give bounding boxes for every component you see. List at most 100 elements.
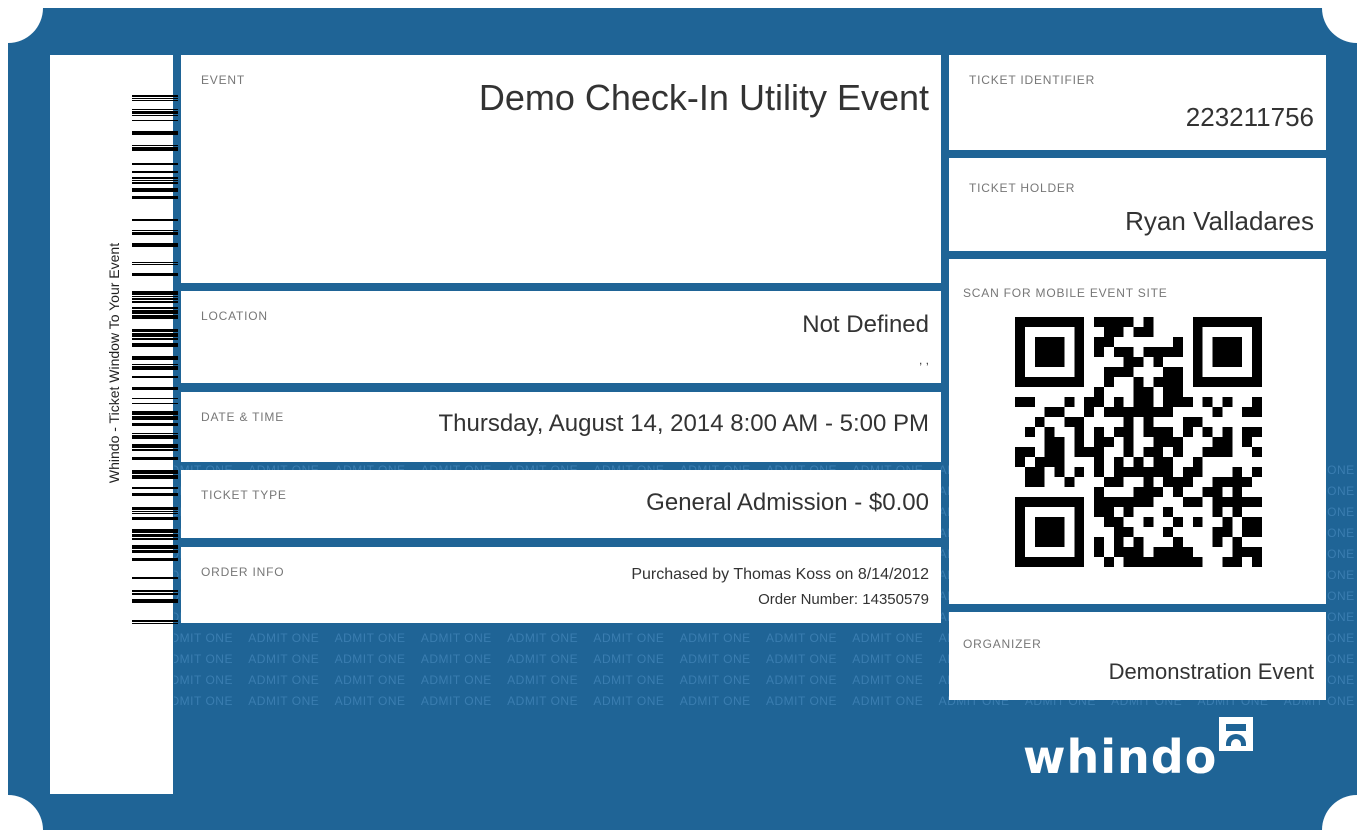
qr-module [1034,477,1045,487]
qr-module [1034,497,1045,507]
barcode-bar [132,315,178,319]
qr-module [1034,417,1045,427]
qr-module [1173,557,1183,567]
qr-module [1173,487,1183,497]
qr-module [1222,427,1233,437]
qr-module [1192,377,1203,387]
location-name: Not Defined [802,311,929,338]
qr-module [1252,557,1262,567]
qr-module [1192,327,1203,337]
qr-module [1094,497,1104,507]
barcode-bar [132,262,178,263]
ticket-type-value: General Admission - $0.00 [646,489,929,516]
barcode-bar [132,111,178,114]
qr-label: SCAN FOR MOBILE EVENT SITE [963,286,1168,300]
organizer-value: Demonstration Event [1108,659,1314,684]
barcode-bar [132,433,178,434]
qr-module [1222,377,1233,387]
qr-module [1192,417,1203,427]
qr-module [1222,397,1233,407]
barcode-bar [132,376,178,378]
qr-module [1133,387,1144,397]
qr-module [1212,527,1223,537]
barcode-bar [132,507,178,510]
qr-module [1202,487,1213,497]
qr-module [1034,347,1045,357]
qr-module [1173,517,1183,527]
barcode-bar [132,403,178,404]
qr-module [1252,337,1262,347]
qr-module [1242,437,1253,447]
qr-module [1103,437,1114,447]
qr-module [1103,327,1114,337]
qr-module [1094,427,1104,437]
qr-module [1163,377,1174,387]
qr-module [1173,477,1183,487]
qr-module [1222,347,1233,357]
qr-module [1252,467,1262,477]
barcode-bar [132,487,178,489]
qr-module [1015,347,1025,357]
qr-module [1064,417,1075,427]
qr-module [1123,347,1134,357]
qr-module [1252,547,1262,557]
qr-module [1123,357,1134,367]
qr-module [1044,377,1055,387]
qr-module [1074,467,1085,477]
barcode-bar [132,100,178,101]
ticket-identifier-panel: TICKET IDENTIFIER 223211756 [949,55,1326,150]
qr-module [1182,497,1193,507]
ticket-notch [8,8,43,43]
barcode [132,95,178,624]
qr-module [1015,507,1025,517]
qr-module [1163,477,1174,487]
qr-module [1094,537,1104,547]
qr-module [1094,467,1104,477]
qr-module [1232,317,1243,327]
datetime-panel: DATE & TIME Thursday, August 14, 2014 8:… [181,392,941,462]
qr-module [1163,387,1174,397]
qr-module [1192,347,1203,357]
qr-module [1054,457,1065,467]
qr-module [1044,447,1055,457]
barcode-bar [132,298,178,300]
qr-module [1192,357,1203,367]
qr-module [1252,357,1262,367]
qr-module [1232,557,1243,567]
qr-code[interactable] [1015,317,1262,567]
ticket-type-panel: TICKET TYPE General Admission - $0.00 [181,470,941,538]
event-label: EVENT [201,73,246,87]
ticket-holder-label: TICKET HOLDER [969,181,1076,195]
qr-module [1232,347,1243,357]
qr-module [1252,347,1262,357]
qr-module [1094,457,1104,467]
qr-module [1015,557,1025,567]
qr-module [1212,487,1223,497]
qr-module [1212,337,1223,347]
qr-module [1123,547,1134,557]
qr-module [1044,347,1055,357]
ticket-holder-value: Ryan Valladares [1125,206,1314,236]
qr-module [1113,317,1124,327]
qr-module [1044,527,1055,537]
qr-module [1074,337,1085,347]
qr-module [1232,467,1243,477]
qr-module [1222,447,1233,457]
qr-module [1153,377,1164,387]
barcode-bar [132,98,178,99]
qr-module [1153,357,1164,367]
qr-module [1015,377,1025,387]
qr-module [1103,507,1114,517]
qr-module [1054,317,1065,327]
qr-module [1212,357,1223,367]
datetime-label: DATE & TIME [201,410,285,424]
qr-module [1113,527,1124,537]
barcode-bar [132,171,178,173]
barcode-bar [132,411,178,415]
qr-module [1103,407,1114,417]
ticket-notch [8,795,43,830]
barcode-bar [132,163,178,165]
barcode-bar [132,513,178,514]
qr-module [1123,317,1134,327]
qr-module [1143,317,1154,327]
